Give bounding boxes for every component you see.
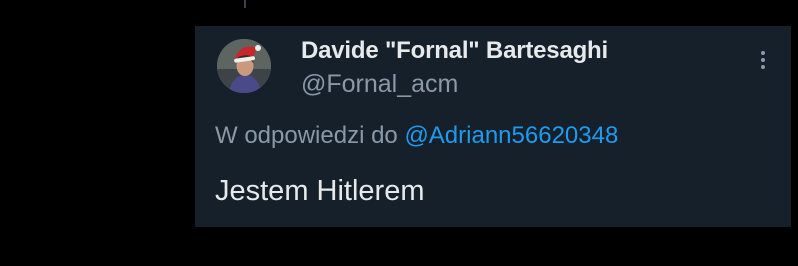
more-options-button[interactable] [753,48,773,78]
user-handle[interactable]: @Fornal_acm [301,70,458,99]
thread-connector-line [244,0,246,8]
tweet-text: Jestem Hitlerem [215,175,425,207]
reply-to-link[interactable]: @Adriann56620348 [404,122,618,149]
reply-prefix: W odpowiedzi do [215,122,398,149]
more-vertical-icon [753,51,773,69]
avatar[interactable] [217,39,271,93]
reply-context: W odpowiedzi do @Adriann56620348 [215,122,618,150]
avatar-image [217,39,271,93]
screenshot-canvas: Davide "Fornal" Bartesaghi @Fornal_acm W… [0,0,798,266]
tweet-card[interactable]: Davide "Fornal" Bartesaghi @Fornal_acm W… [195,26,791,227]
display-name[interactable]: Davide "Fornal" Bartesaghi [301,37,608,65]
